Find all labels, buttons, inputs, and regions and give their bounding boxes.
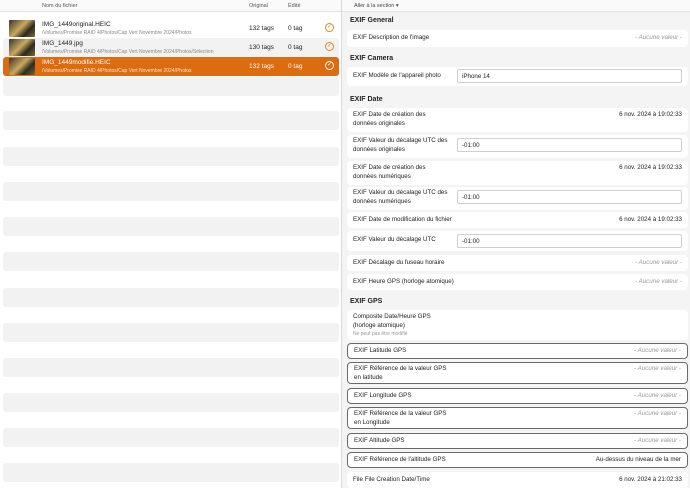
empty-row-stripe xyxy=(3,252,339,271)
section-title-date: EXIF Date xyxy=(350,96,383,103)
photo-thumbnail xyxy=(9,20,35,37)
empty-row-stripe xyxy=(3,147,339,166)
field-row-gps-time[interactable]: EXIF Heure GPS (horloge atomique) - Aucu… xyxy=(347,274,688,290)
inspector-toolbar: Aller à la section ▾ xyxy=(342,0,690,12)
field-label: EXIF Longitude GPS xyxy=(354,392,412,399)
field-value[interactable]: - Aucune valeur - xyxy=(634,410,681,417)
field-label: EXIF Description de l'image xyxy=(353,34,430,41)
checkmark-icon: ✓ xyxy=(325,23,334,32)
file-row[interactable]: IMG_1449.jpg /Volumes/Promise RAID 4/Pho… xyxy=(3,38,339,57)
metadata-inspector: Aller à la section ▾ EXIF General EXIF D… xyxy=(342,0,690,488)
field-row-utc[interactable]: EXIF Valeur du décalage UTC -01:00 xyxy=(347,231,688,251)
empty-row-stripe xyxy=(3,77,339,96)
field-label: EXIF Référence de la valeur GPS en latit… xyxy=(354,365,447,381)
field-value[interactable]: 6 nov. 2024 à 19:02:33 xyxy=(619,111,682,118)
field-row-gps-altitude[interactable]: EXIF Altitude GPS - Aucune valeur - xyxy=(347,433,688,449)
field-label: File File Creation Date/Time xyxy=(353,476,430,483)
empty-row-stripe xyxy=(3,358,339,377)
field-value[interactable]: 6 nov. 2024 à 19:02:33 xyxy=(619,216,682,223)
field-label: EXIF Valeur du décalage UTC des données … xyxy=(353,189,448,205)
empty-row-stripe xyxy=(3,428,339,447)
goto-section-menu[interactable]: Aller à la section ▾ xyxy=(354,3,399,9)
file-list-pane: Nom du fichier Original Édité IMG_1449or… xyxy=(0,0,342,488)
field-value[interactable]: - Aucune valeur - xyxy=(634,365,681,372)
field-label: Composite Date/Heure GPS (horloge atomiq… xyxy=(353,313,431,329)
section-title-camera: EXIF Camera xyxy=(350,55,394,62)
file-path: /Volumes/Promise RAID 4/Photos/Cap Vert … xyxy=(42,49,214,55)
file-name: IMG_1449.jpg xyxy=(42,40,83,47)
empty-row-stripe xyxy=(3,463,339,482)
field-label: EXIF Date de création des données origin… xyxy=(353,111,426,127)
file-row-selected[interactable]: IMG_1449modifié.HEIC /Volumes/Promise RA… xyxy=(3,57,339,76)
field-label: EXIF Valeur du décalage UTC xyxy=(353,236,436,243)
field-value[interactable]: - Aucune valeur - xyxy=(634,437,681,444)
field-value[interactable]: - Aucune valeur - xyxy=(634,392,681,399)
file-row[interactable]: IMG_1449original.HEIC /Volumes/Promise R… xyxy=(3,19,339,38)
field-label: EXIF Altitude GPS xyxy=(354,437,405,444)
field-value[interactable]: - Aucune valeur - xyxy=(635,34,682,41)
utc-original-input[interactable]: -01:00 xyxy=(457,138,682,152)
empty-row-stripe xyxy=(3,217,339,236)
column-header-edited[interactable]: Édité xyxy=(288,3,301,9)
field-label: EXIF Latitude GPS xyxy=(354,347,407,354)
field-value[interactable]: - Aucune valeur - xyxy=(634,347,681,354)
field-row-date-modified[interactable]: EXIF Date de modification du fichier 6 n… xyxy=(347,212,688,228)
file-path: /Volumes/Promise RAID 4/Photos/Cap Vert … xyxy=(42,68,192,74)
field-label: EXIF Décalage du fuseau horaire xyxy=(353,259,445,266)
field-row-utc-original[interactable]: EXIF Valeur du décalage UTC des données … xyxy=(347,135,688,158)
field-label: EXIF Valeur du décalage UTC des données … xyxy=(353,137,448,153)
read-only-note: Ne peut pas être modifié xyxy=(353,331,408,337)
field-label: EXIF Date de création des données numéri… xyxy=(353,164,426,180)
original-tag-count: 130 tags xyxy=(249,44,274,51)
field-row-gps-longitude[interactable]: EXIF Longitude GPS - Aucune valeur - xyxy=(347,388,688,404)
photo-thumbnail xyxy=(9,39,35,56)
utc-digitized-input[interactable]: -01:00 xyxy=(457,190,682,204)
field-row-gps-altitude-ref[interactable]: EXIF Référence de l'altitude GPS Au-dess… xyxy=(347,452,688,468)
field-row-date-digitized[interactable]: EXIF Date de création des données numéri… xyxy=(347,161,688,185)
field-value[interactable]: - Aucune valeur - xyxy=(635,278,682,285)
field-label: EXIF Modèle de l'appareil photo xyxy=(353,72,441,79)
empty-row-stripe xyxy=(3,111,339,130)
original-tag-count: 132 tags xyxy=(249,63,274,70)
field-row-timezone[interactable]: EXIF Décalage du fuseau horaire - Aucune… xyxy=(347,255,688,271)
empty-row-stripe xyxy=(3,323,339,342)
column-header-name[interactable]: Nom du fichier xyxy=(42,3,77,9)
edited-tag-count: 0 tag xyxy=(288,63,303,70)
checkmark-icon: ✓ xyxy=(325,42,334,51)
field-row-gps-latitude[interactable]: EXIF Latitude GPS - Aucune valeur - xyxy=(347,343,688,359)
model-input[interactable]: iPhone 14 xyxy=(457,69,682,83)
utc-input[interactable]: -01:00 xyxy=(457,234,682,248)
section-title-gps: EXIF GPS xyxy=(350,298,383,305)
file-path: /Volumes/Promise RAID 4/Photos/Cap Vert … xyxy=(42,30,192,36)
checkmark-icon: ✓ xyxy=(325,61,334,70)
file-list-header: Nom du fichier Original Édité xyxy=(0,0,341,12)
field-row-description[interactable]: EXIF Description de l'image - Aucune val… xyxy=(347,30,688,47)
field-label: EXIF Référence de la valeur GPS en Longi… xyxy=(354,410,447,426)
field-value[interactable]: - Aucune valeur - xyxy=(635,259,682,266)
field-row-utc-digitized[interactable]: EXIF Valeur du décalage UTC des données … xyxy=(347,187,688,210)
empty-row-stripe xyxy=(3,288,339,307)
empty-row-stripe xyxy=(3,182,339,201)
field-row-gps-longitude-ref[interactable]: EXIF Référence de la valeur GPS en Longi… xyxy=(347,407,688,429)
edited-tag-count: 0 tag xyxy=(288,44,303,51)
photo-thumbnail xyxy=(9,58,35,75)
field-row-date-original[interactable]: EXIF Date de création des données origin… xyxy=(347,108,688,132)
edited-tag-count: 0 tag xyxy=(288,25,303,32)
field-label: EXIF Date de modification du fichier xyxy=(353,216,452,223)
field-label: EXIF Référence de l'altitude GPS xyxy=(354,456,446,463)
field-row-file-creation[interactable]: File File Creation Date/Time 6 nov. 2024… xyxy=(347,472,688,488)
section-title-general: EXIF General xyxy=(350,17,394,24)
original-tag-count: 132 tags xyxy=(249,25,274,32)
field-value[interactable]: 6 nov. 2024 à 21:02:33 xyxy=(619,476,682,483)
field-label: EXIF Heure GPS (horloge atomique) xyxy=(353,278,454,285)
empty-row-stripe xyxy=(3,393,339,412)
field-row-gps-latitude-ref[interactable]: EXIF Référence de la valeur GPS en latit… xyxy=(347,362,688,384)
column-header-original[interactable]: Original xyxy=(249,3,268,9)
file-name: IMG_1449modifié.HEIC xyxy=(42,59,111,66)
field-row-composite-gps-datetime: Composite Date/Heure GPS (horloge atomiq… xyxy=(347,310,688,340)
file-name: IMG_1449original.HEIC xyxy=(42,21,111,28)
field-value[interactable]: 6 nov. 2024 à 19:02:33 xyxy=(619,164,682,171)
field-row-model[interactable]: EXIF Modèle de l'appareil photo iPhone 1… xyxy=(347,67,688,86)
field-value[interactable]: Au-dessus du niveau de la mer xyxy=(596,456,681,463)
